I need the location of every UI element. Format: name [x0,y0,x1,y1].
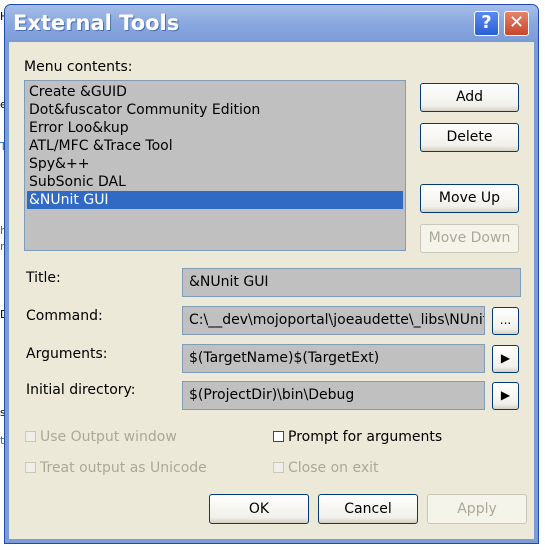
list-item[interactable]: SubSonic DAL [27,173,403,191]
arrow-right-icon: ▶ [500,388,511,402]
title-field[interactable]: &NUnit GUI [182,268,521,297]
initial-directory-label: Initial directory: [26,382,136,398]
checkbox-box[interactable] [273,462,284,473]
title-bar[interactable]: External Tools ? ✕ [5,5,538,42]
title-label: Title: [26,270,61,286]
checkbox-box[interactable] [25,431,36,442]
close-icon: ✕ [508,12,525,33]
help-button[interactable]: ? [474,11,499,36]
checkbox-box[interactable] [25,462,36,473]
list-item[interactable]: Create &GUID [27,83,403,101]
arguments-label: Arguments: [26,346,108,362]
list-item[interactable]: Spy&++ [27,155,403,173]
external-tools-dialog: External Tools ? ✕ Menu contents: Create… [4,4,539,544]
delete-button[interactable]: Delete [420,123,519,152]
arguments-menu-button[interactable]: ▶ [492,345,519,373]
list-item[interactable]: ATL/MFC &Trace Tool [27,137,403,155]
window-title: External Tools [13,11,180,35]
help-icon: ? [481,12,492,33]
browse-button[interactable]: ... [492,307,519,335]
list-item[interactable]: Error Loo&kup [27,119,403,137]
arguments-field[interactable]: $(TargetName)$(TargetExt) [182,344,485,373]
move-down-button[interactable]: Move Down [420,224,519,253]
command-field[interactable]: C:\__dev\mojoportal\joeaudette\_libs\NUn… [182,306,485,335]
arrow-right-icon: ▶ [500,351,511,365]
move-up-button[interactable]: Move Up [420,184,519,213]
close-on-exit-label: Close on exit [288,460,379,476]
menu-contents-list[interactable]: Create &GUID Dot&fuscator Community Edit… [24,80,406,251]
apply-button[interactable]: Apply [427,494,527,524]
ok-button[interactable]: OK [209,494,309,524]
list-item[interactable]: Dot&fuscator Community Edition [27,101,403,119]
list-item-selected[interactable]: &NUnit GUI [27,191,403,209]
dialog-body: Menu contents: Create &GUID Dot&fuscator… [9,42,534,539]
ellipsis-icon: ... [499,313,512,327]
add-button[interactable]: Add [420,83,519,112]
use-output-window-label: Use Output window [40,429,177,445]
cancel-button[interactable]: Cancel [318,494,418,524]
command-label: Command: [26,308,103,324]
checkbox-box[interactable] [273,431,284,442]
close-button[interactable]: ✕ [504,11,529,36]
prompt-for-arguments-label: Prompt for arguments [288,429,443,445]
treat-output-unicode-label: Treat output as Unicode [40,460,207,476]
initial-directory-menu-button[interactable]: ▶ [492,382,519,410]
initial-directory-field[interactable]: $(ProjectDir)\bin\Debug [182,381,485,410]
menu-contents-label: Menu contents: [24,59,133,75]
